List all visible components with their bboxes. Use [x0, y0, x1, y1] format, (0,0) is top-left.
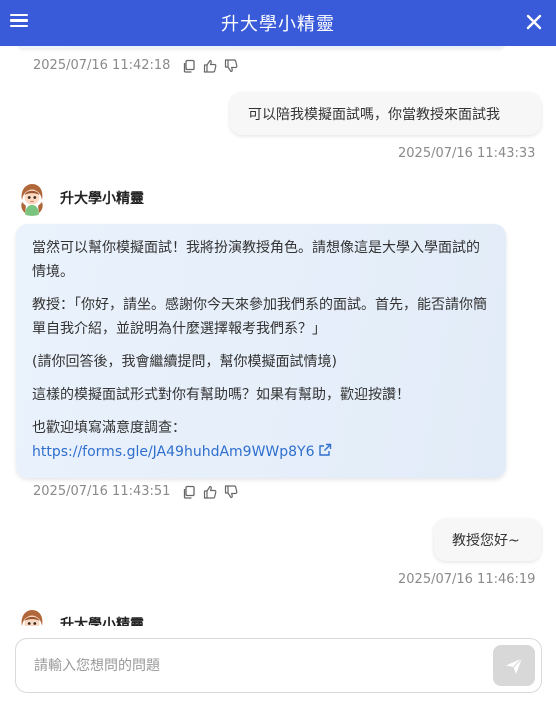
avatar: [14, 180, 50, 216]
thumbs-up-icon[interactable]: [203, 59, 217, 73]
timestamp: 2025/07/16 11:42:18: [33, 58, 171, 73]
app-title: 升大學小精靈: [221, 14, 335, 35]
app-header: 升大學小精靈: [0, 0, 556, 46]
external-link-icon[interactable]: [318, 443, 332, 457]
bot-message-paragraph: 這樣的模擬面試形式對你有幫助嗎？如果有幫助，歡迎按讚！: [32, 387, 410, 403]
bot-message: 當然可以幫你模擬面試！我將扮演教授角色。請想像這是大學入學面試的情境。 教授：「…: [16, 224, 506, 478]
survey-link[interactable]: https://forms.gle/JA49huhdAm9WWp8Y6: [32, 444, 315, 460]
question-input[interactable]: [34, 653, 474, 679]
thumbs-up-icon[interactable]: [203, 485, 217, 499]
thumbs-down-icon[interactable]: [224, 58, 238, 73]
close-icon[interactable]: [526, 14, 542, 30]
thumbs-down-icon[interactable]: [224, 484, 238, 499]
survey-link-row: https://forms.gle/JA49huhdAm9WWp8Y6: [32, 440, 490, 464]
message-meta: 2025/07/16 11:43:51: [33, 484, 245, 499]
bot-header: 升大學小精靈: [14, 180, 144, 216]
timestamp: 2025/07/16 11:46:19: [398, 572, 536, 587]
bot-message-paragraph: (請你回答後，我會繼續提問，幫你模擬面試情境): [32, 354, 337, 370]
bot-message-paragraph: 教授：「你好，請坐。感謝你今天來參加我們系的面試。首先，能否請你簡單自我介紹，並…: [32, 297, 487, 337]
bot-name: 升大學小精靈: [60, 191, 144, 207]
send-button[interactable]: [493, 645, 535, 686]
avatar: [14, 606, 50, 626]
bot-header: 升大學小精靈: [14, 606, 144, 626]
previous-bot-bubble: [16, 46, 506, 48]
bot-message-paragraph: 當然可以幫你模擬面試！我將扮演教授角色。請想像這是大學入學面試的情境。: [32, 240, 480, 280]
user-message-text: 可以陪我模擬面試嗎，你當教授來面試我: [248, 107, 500, 123]
user-message: 教授您好~: [434, 519, 541, 561]
user-message-text: 教授您好~: [452, 533, 520, 549]
send-icon: [506, 657, 523, 674]
user-message: 可以陪我模擬面試嗎，你當教授來面試我: [230, 93, 541, 135]
chat-area[interactable]: 2025/07/16 11:42:18 可以陪我模擬面試嗎，你當教授來面試我 2…: [0, 46, 556, 626]
bot-name: 升大學小精靈: [60, 617, 144, 626]
copy-icon[interactable]: [182, 59, 196, 73]
timestamp: 2025/07/16 11:43:33: [398, 146, 536, 161]
copy-icon[interactable]: [182, 485, 196, 499]
timestamp: 2025/07/16 11:43:51: [33, 484, 171, 499]
bot-message-paragraph: 也歡迎填寫滿意度調查：: [32, 420, 186, 436]
message-meta: 2025/07/16 11:42:18: [33, 58, 245, 73]
menu-icon[interactable]: [10, 11, 28, 29]
message-composer: [15, 638, 542, 693]
